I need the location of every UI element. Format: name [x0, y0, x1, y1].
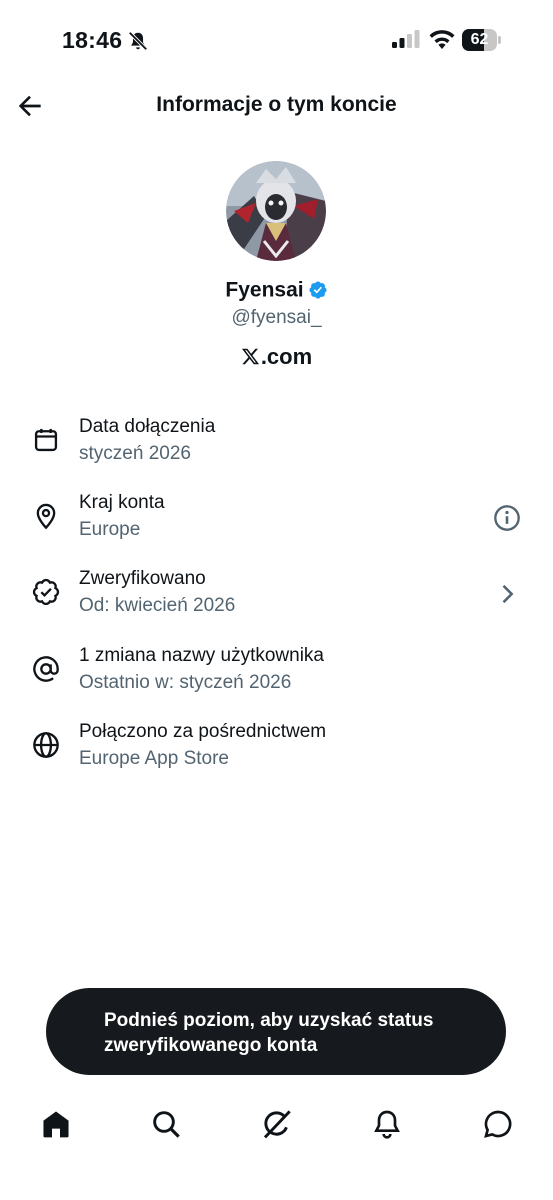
info-icon[interactable]: [493, 504, 521, 532]
info-item-username-changes: 1 zmiana nazwy użytkownika Ostatnio w: s…: [0, 643, 553, 713]
search-icon[interactable]: [150, 1108, 182, 1140]
info-title: Połączono za pośrednictwem: [79, 721, 327, 742]
chevron-right-icon[interactable]: [493, 580, 521, 608]
status-time: 18:46: [62, 27, 123, 53]
profile-domain-text: .com: [260, 344, 313, 369]
info-title: Zweryfikowano: [79, 568, 206, 589]
globe-icon: [33, 732, 59, 758]
info-subtitle: Od: kwiecień 2026: [79, 595, 236, 616]
profile-name: Fyensai: [225, 278, 304, 302]
toast-text: Podnieś poziom, aby uzyskać status zwery…: [104, 1010, 434, 1056]
battery-body: 62: [462, 29, 497, 51]
avatar-image: [226, 161, 326, 261]
status-bar: 18:46 62: [0, 0, 553, 80]
profile-handle: @fyensai_: [231, 307, 322, 328]
bottom-nav: [0, 1100, 553, 1160]
signal-icon: [392, 30, 420, 48]
info-title: Data dołączenia: [79, 416, 216, 437]
wifi-icon: [429, 30, 455, 49]
info-item-connected-via: Połączono za pośrednictwem Europe App St…: [0, 719, 553, 789]
account-info-screen: 18:46 62 Informacje o tym koncie Fyensai…: [0, 0, 553, 1200]
messages-icon[interactable]: [482, 1108, 514, 1140]
info-title: 1 zmiana nazwy użytkownika: [79, 645, 324, 666]
profile-domain: .com: [0, 344, 553, 370]
profile-name-row: Fyensai: [0, 278, 553, 302]
notifications-icon[interactable]: [371, 1108, 403, 1140]
info-title: Kraj konta: [79, 492, 165, 513]
avatar[interactable]: [226, 161, 326, 261]
battery-tip: [498, 36, 501, 44]
battery-icon: 62: [462, 29, 502, 51]
grok-icon[interactable]: [261, 1108, 293, 1140]
location-pin-icon: [36, 503, 56, 530]
info-subtitle: Ostatnio w: styczeń 2026: [79, 672, 292, 693]
at-sign-icon: [33, 656, 59, 682]
page-title: Informacje o tym koncie: [156, 93, 397, 116]
bell-off-icon: [128, 31, 148, 51]
upgrade-toast[interactable]: Podnieś poziom, aby uzyskać status zwery…: [46, 988, 506, 1075]
verified-badge-icon: [309, 281, 327, 299]
home-icon[interactable]: [40, 1108, 72, 1140]
calendar-icon: [34, 428, 58, 452]
info-item-verified[interactable]: Zweryfikowano Od: kwiecień 2026: [0, 566, 553, 636]
info-subtitle: Europe App Store: [79, 748, 229, 769]
info-subtitle: styczeń 2026: [79, 443, 191, 464]
info-item-account-country: Kraj konta Europe: [0, 490, 553, 560]
battery-percentage: 62: [470, 31, 489, 48]
x-logo-icon: [241, 348, 259, 365]
verified-badge-outline-icon: [32, 578, 60, 606]
info-subtitle: Europe: [79, 519, 141, 540]
info-item-join-date: Data dołączenia styczeń 2026: [0, 414, 553, 484]
